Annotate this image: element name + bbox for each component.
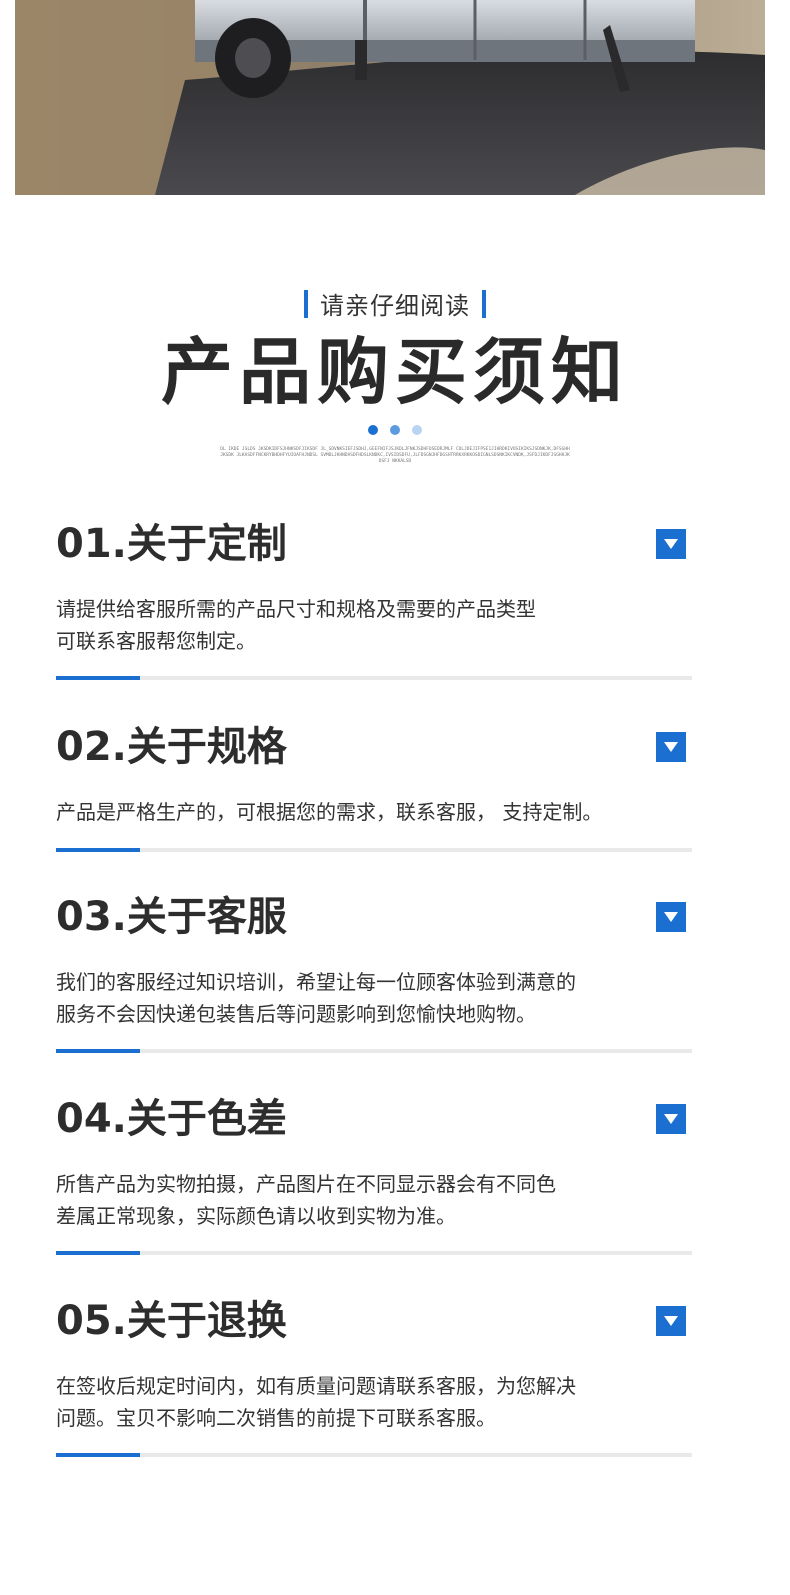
section-line: 问题。宝贝不影响二次销售的前提下可联系客服。 [56, 1406, 496, 1430]
section-line: 我们的客服经过知识培训，希望让每一位顾客体验到满意的 [56, 970, 576, 994]
section-divider [56, 676, 692, 680]
section-title: 01.关于定制 [56, 521, 287, 567]
section-body: 请提供给客服所需的产品尺寸和规格及需要的产品类型 可联系客服帮您制定。 [56, 593, 692, 657]
subtitle-bar-right [482, 289, 486, 318]
subtitle-row: 请亲仔细阅读 [0, 286, 790, 321]
triangle-down-icon [664, 912, 678, 922]
section-body: 产品是严格生产的，可根据您的需求，联系客服， 支持定制。 [56, 796, 692, 828]
decorative-dots [0, 425, 790, 435]
dot-1 [368, 425, 378, 435]
section-line: 请提供给客服所需的产品尺寸和规格及需要的产品类型 [56, 597, 536, 621]
section-line: 服务不会因快递包装售后等问题影响到您愉快地购物。 [56, 1002, 536, 1026]
section-title: 02.关于规格 [56, 724, 287, 770]
section-divider [56, 1251, 692, 1255]
divider-accent [56, 676, 140, 680]
section-divider [56, 848, 692, 852]
expand-toggle-button[interactable] [656, 732, 686, 762]
truck-photo-illustration [15, 0, 765, 195]
section-body: 我们的客服经过知识培训，希望让每一位顾客体验到满意的 服务不会因快递包装售后等问… [56, 966, 692, 1030]
section-title: 03.关于客服 [56, 894, 287, 940]
page-title: 产品购买须知 [160, 330, 629, 414]
triangle-down-icon [664, 742, 678, 752]
divider-accent [56, 848, 140, 852]
section-divider [56, 1049, 692, 1053]
divider-accent [56, 1049, 140, 1053]
section-line: 产品是严格生产的，可根据您的需求，联系客服， 支持定制。 [56, 800, 603, 824]
subtitle-bar-left [304, 289, 308, 318]
dot-3 [412, 425, 422, 435]
divider-accent [56, 1251, 140, 1255]
expand-toggle-button[interactable] [656, 1104, 686, 1134]
triangle-down-icon [664, 539, 678, 549]
subtitle: 请亲仔细阅读 [320, 292, 470, 320]
section-title: 04.关于色差 [56, 1096, 287, 1142]
divider-accent [56, 1453, 140, 1457]
dot-2 [390, 425, 400, 435]
section-line: 差属正常现象，实际颜色请以收到实物为准。 [56, 1204, 456, 1228]
triangle-down-icon [664, 1316, 678, 1326]
expand-toggle-button[interactable] [656, 529, 686, 559]
hero-photo [15, 0, 765, 195]
section-body: 在签收后规定时间内，如有质量问题请联系客服，为您解决 问题。宝贝不影响二次销售的… [56, 1370, 692, 1434]
triangle-down-icon [664, 1114, 678, 1124]
section-line: 在签收后规定时间内，如有质量问题请联系客服，为您解决 [56, 1374, 576, 1398]
section-divider [56, 1453, 692, 1457]
section-body: 所售产品为实物拍摄，产品图片在不同显示器会有不同色 差属正常现象，实际颜色请以收… [56, 1168, 692, 1232]
section-line: 可联系客服帮您制定。 [56, 629, 256, 653]
expand-toggle-button[interactable] [656, 1306, 686, 1336]
section-title: 05.关于退换 [56, 1298, 287, 1344]
expand-toggle-button[interactable] [656, 902, 686, 932]
section-line: 所售产品为实物拍摄，产品图片在不同显示器会有不同色 [56, 1172, 556, 1196]
fine-print: DL IKDE JSLDS JKSDKIDFSJHNKSDFJIKSDF JL_… [220, 447, 570, 464]
